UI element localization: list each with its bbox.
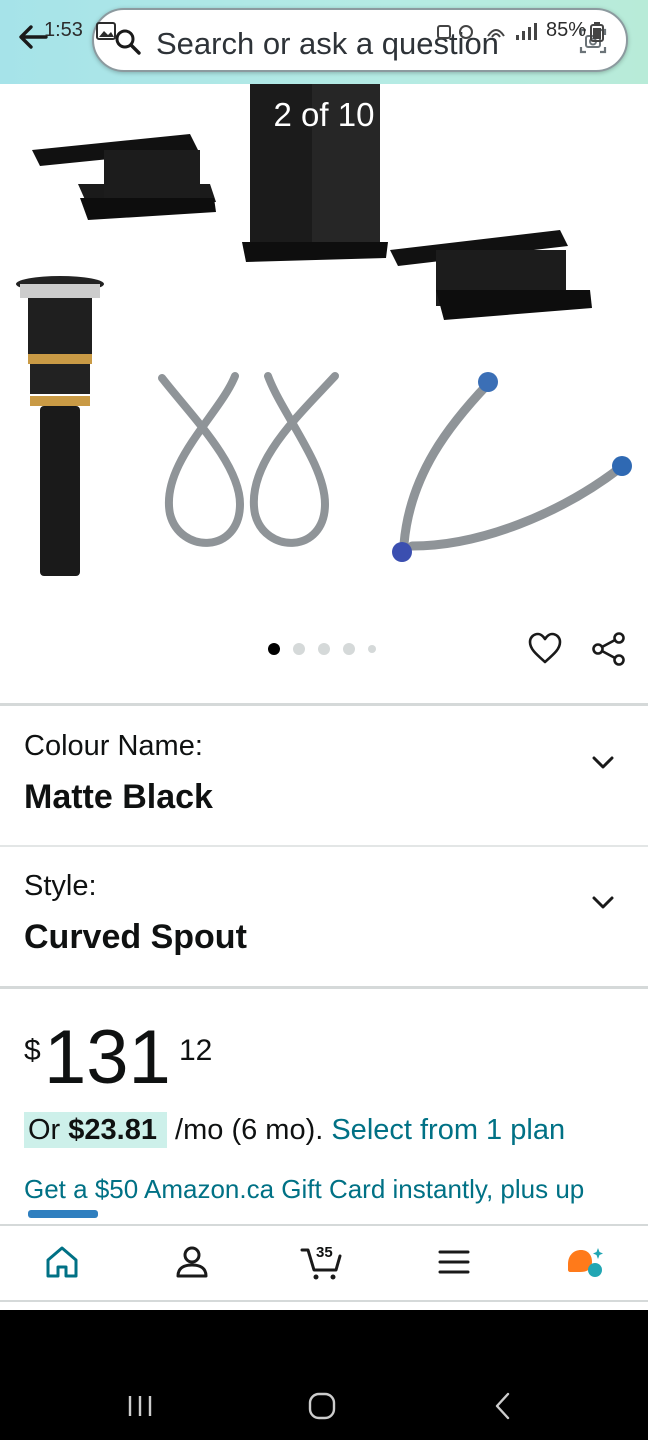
section-divider: [0, 703, 648, 706]
installment-amount: $23.81: [68, 1114, 157, 1146]
home-icon[interactable]: [40, 1240, 84, 1284]
section-divider: [0, 986, 648, 989]
variation-value: Curved Spout: [24, 918, 247, 956]
faucet-set-image: [16, 84, 632, 576]
carousel-dot: [368, 645, 376, 653]
account-icon[interactable]: [170, 1240, 214, 1284]
installment-terms: /mo (6 mo).: [166, 1114, 332, 1146]
battery-icon: [590, 22, 604, 42]
carousel-dots: [268, 643, 376, 655]
left-handle: [32, 134, 216, 220]
chevron-down-icon[interactable]: [590, 754, 616, 772]
section-divider: [0, 845, 648, 847]
pop-up-drain: [16, 276, 104, 576]
variation-label: Style:: [24, 870, 97, 902]
system-nav-bar: [0, 1310, 648, 1440]
carousel-dot: [318, 643, 330, 655]
menu-icon[interactable]: [432, 1240, 476, 1284]
price-symbol: $: [24, 1034, 41, 1067]
home-button-icon[interactable]: [302, 1386, 342, 1426]
supply-hose-straight: [392, 372, 632, 562]
status-battery: 85%: [546, 19, 587, 41]
price-fraction: 12: [179, 1034, 213, 1067]
bottom-nav: [0, 1224, 648, 1302]
installment-highlight: Or $23.81: [24, 1112, 167, 1148]
share-icon[interactable]: [590, 630, 628, 668]
search-icon: [115, 29, 141, 55]
status-time: 1:53: [44, 19, 83, 41]
wishlist-heart-icon[interactable]: [526, 630, 564, 668]
image-counter: 2 of 10: [273, 96, 375, 133]
cart-count-badge: 35: [316, 1244, 333, 1261]
chevron-down-icon[interactable]: [590, 894, 616, 912]
variation-value: Matte Black: [24, 778, 213, 816]
recent-apps-icon[interactable]: [120, 1386, 160, 1426]
select-plan-link[interactable]: Select from 1 plan: [331, 1114, 565, 1146]
carousel-dot-active: [268, 643, 280, 655]
price-whole: 131: [44, 1015, 171, 1100]
rufus-ai-icon[interactable]: [562, 1240, 606, 1284]
status-icons: [437, 23, 537, 40]
search-header: 1:53 Search or ask a question 85%: [0, 0, 648, 84]
carousel-dot: [343, 643, 355, 655]
right-handle: [390, 230, 592, 320]
supply-hoses-looped: [158, 372, 339, 547]
gift-card-promo[interactable]: Get a $50 Amazon.ca Gift Card instantly,…: [24, 1174, 584, 1205]
back-button-icon[interactable]: [484, 1386, 524, 1426]
installment-prefix: Or: [28, 1114, 69, 1146]
promo-continuation: [0, 1210, 648, 1224]
carousel-dot: [293, 643, 305, 655]
product-image[interactable]: [0, 84, 648, 624]
variation-label: Colour Name:: [24, 730, 203, 762]
gallery-notification-icon: [96, 22, 116, 40]
installment-plan: Or $23.81 /mo (6 mo). Select from 1 plan: [24, 1112, 565, 1148]
